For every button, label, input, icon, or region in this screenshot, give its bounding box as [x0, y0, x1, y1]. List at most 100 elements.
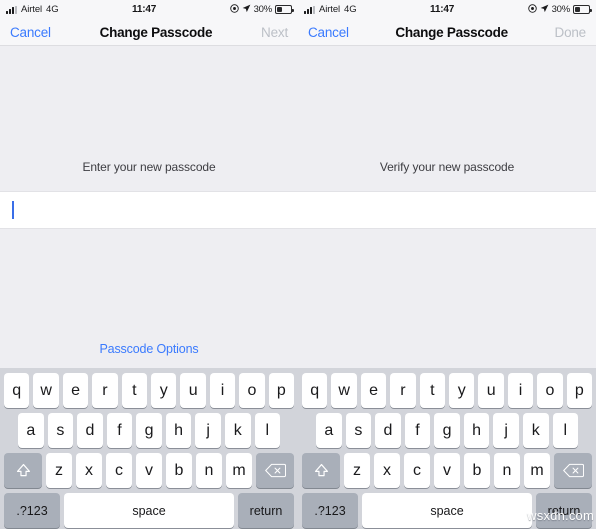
- key-q[interactable]: q: [4, 373, 30, 408]
- key-g[interactable]: g: [136, 413, 162, 448]
- key-o[interactable]: o: [537, 373, 563, 408]
- signal-bars-icon: [6, 5, 17, 14]
- numeric-mode-key[interactable]: .?123: [302, 493, 358, 528]
- key-w[interactable]: w: [331, 373, 357, 408]
- page-title: Change Passcode: [99, 24, 213, 40]
- screenshot-stage: Airtel 4G 11:47 30% Cancel Change Passco…: [0, 0, 596, 529]
- phone-screen-right: Airtel 4G 11:47 30% Cancel Change Passco…: [298, 0, 596, 529]
- key-y[interactable]: y: [449, 373, 475, 408]
- key-e[interactable]: e: [62, 373, 89, 408]
- navigation-bar: Cancel Change Passcode Done: [298, 19, 596, 46]
- status-bar-right: 30%: [229, 3, 298, 16]
- key-u[interactable]: u: [180, 373, 206, 408]
- passcode-prompt-label: Verify your new passcode: [379, 160, 515, 174]
- key-d[interactable]: d: [375, 413, 401, 448]
- battery-icon: [275, 5, 294, 14]
- key-v[interactable]: v: [434, 453, 460, 488]
- key-x[interactable]: x: [76, 453, 102, 488]
- keyboard-row-3: z x c v b n m: [298, 453, 596, 488]
- key-e[interactable]: e: [360, 373, 387, 408]
- key-r[interactable]: r: [92, 373, 118, 408]
- key-a[interactable]: a: [18, 413, 44, 448]
- key-t[interactable]: t: [121, 373, 148, 408]
- key-a[interactable]: a: [316, 413, 342, 448]
- cancel-button[interactable]: Cancel: [298, 25, 359, 40]
- key-j[interactable]: j: [493, 413, 519, 448]
- keyboard-row-1: q w e r t y u i o p: [0, 373, 298, 408]
- keyboard-row-4: .?123 space return: [0, 493, 298, 528]
- clock-label: 11:47: [132, 4, 157, 15]
- return-key[interactable]: return: [238, 493, 294, 528]
- space-key[interactable]: space: [362, 493, 532, 528]
- key-n[interactable]: n: [494, 453, 520, 488]
- key-f[interactable]: f: [404, 413, 431, 448]
- key-f[interactable]: f: [106, 413, 133, 448]
- key-c[interactable]: c: [106, 453, 132, 488]
- key-q[interactable]: q: [302, 373, 328, 408]
- key-n[interactable]: n: [196, 453, 222, 488]
- done-button[interactable]: Done: [545, 25, 596, 40]
- key-p[interactable]: p: [566, 373, 593, 408]
- key-k[interactable]: k: [224, 413, 251, 448]
- key-w[interactable]: w: [33, 373, 59, 408]
- network-type-label: 4G: [344, 4, 357, 15]
- key-b[interactable]: b: [166, 453, 192, 488]
- status-bar-left: Airtel 4G: [0, 4, 59, 15]
- space-key[interactable]: space: [64, 493, 234, 528]
- key-x[interactable]: x: [374, 453, 400, 488]
- keyboard-row-2: a s d f g h j k l: [298, 413, 596, 448]
- key-s[interactable]: s: [345, 413, 372, 448]
- key-o[interactable]: o: [239, 373, 265, 408]
- clock-label: 11:47: [430, 4, 455, 15]
- location-arrow-icon: [242, 4, 251, 16]
- key-h[interactable]: h: [463, 413, 490, 448]
- backspace-icon[interactable]: [554, 453, 592, 488]
- next-button[interactable]: Next: [251, 25, 298, 40]
- network-type-label: 4G: [46, 4, 59, 15]
- numeric-mode-key[interactable]: .?123: [4, 493, 60, 528]
- key-c[interactable]: c: [404, 453, 430, 488]
- key-m[interactable]: m: [226, 453, 252, 488]
- key-p[interactable]: p: [268, 373, 295, 408]
- cancel-button[interactable]: Cancel: [0, 25, 61, 40]
- key-i[interactable]: i: [209, 373, 236, 408]
- key-d[interactable]: d: [77, 413, 103, 448]
- key-v[interactable]: v: [136, 453, 162, 488]
- keyboard-row-2: a s d f g h j k l: [0, 413, 298, 448]
- key-z[interactable]: z: [46, 453, 72, 488]
- keyboard-row-1: q w e r t y u i o p: [298, 373, 596, 408]
- key-h[interactable]: h: [165, 413, 192, 448]
- key-b[interactable]: b: [464, 453, 490, 488]
- alarm-icon: [229, 3, 239, 16]
- key-t[interactable]: t: [419, 373, 446, 408]
- key-j[interactable]: j: [195, 413, 221, 448]
- backspace-icon[interactable]: [256, 453, 294, 488]
- text-cursor: [12, 201, 14, 219]
- battery-percent-label: 30%: [551, 4, 571, 15]
- status-bar-left: Airtel 4G: [298, 4, 357, 15]
- location-arrow-icon: [540, 4, 549, 16]
- key-m[interactable]: m: [524, 453, 550, 488]
- return-key[interactable]: return: [536, 493, 592, 528]
- passcode-input-field[interactable]: [0, 191, 596, 229]
- key-r[interactable]: r: [390, 373, 416, 408]
- status-bar-right: 30%: [527, 3, 596, 16]
- key-y[interactable]: y: [151, 373, 177, 408]
- page-title: Change Passcode: [395, 24, 508, 40]
- navigation-bar: Cancel Change Passcode Next: [0, 19, 298, 46]
- battery-percent-label: 30%: [253, 4, 273, 15]
- key-l[interactable]: l: [254, 413, 281, 448]
- key-u[interactable]: u: [478, 373, 504, 408]
- key-k[interactable]: k: [522, 413, 549, 448]
- on-screen-keyboard: q w e r t y u i o p a s d f g h j k l z …: [298, 368, 596, 529]
- key-l[interactable]: l: [552, 413, 579, 448]
- key-g[interactable]: g: [434, 413, 460, 448]
- shift-icon[interactable]: [302, 453, 340, 488]
- key-s[interactable]: s: [47, 413, 74, 448]
- passcode-options-link[interactable]: Passcode Options: [0, 342, 298, 356]
- on-screen-keyboard: q w e r t y u i o p a s d f g h j k l z …: [0, 368, 298, 529]
- shift-icon[interactable]: [4, 453, 42, 488]
- key-i[interactable]: i: [507, 373, 534, 408]
- keyboard-row-3: z x c v b n m: [0, 453, 298, 488]
- key-z[interactable]: z: [344, 453, 370, 488]
